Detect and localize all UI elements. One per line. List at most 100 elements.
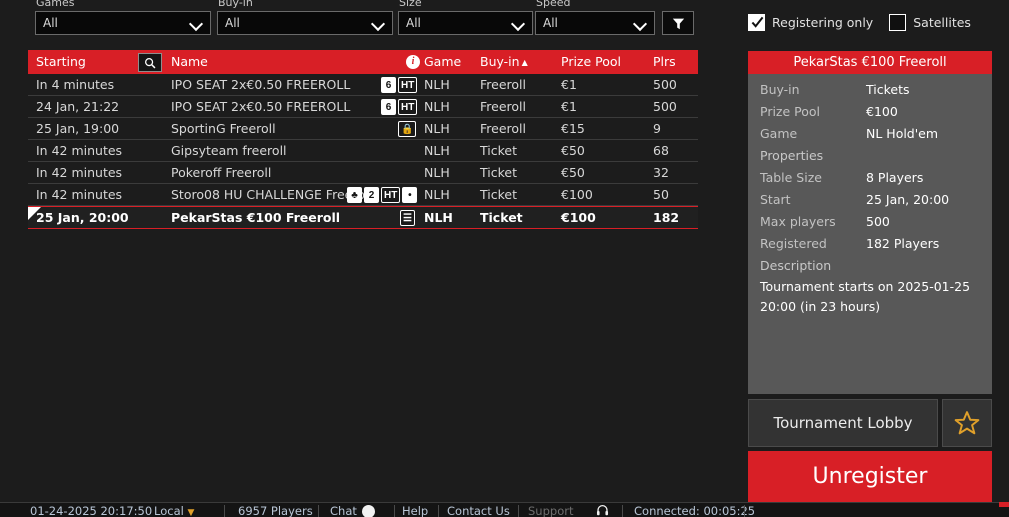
chevron-down-icon — [634, 17, 646, 29]
row-badge: ♣ — [347, 187, 362, 203]
chat-bubble-icon[interactable] — [362, 505, 375, 517]
cell-game: NLH — [424, 210, 453, 225]
chevron-down-icon — [372, 17, 384, 29]
cell-name: IPO SEAT 2x€0.50 FREEROLL — [171, 77, 351, 92]
detail-label: Table Size — [760, 170, 822, 185]
cell-plrs: 500 — [653, 99, 677, 114]
cell-game: NLH — [424, 187, 450, 202]
filter-label-games: Games — [36, 0, 75, 9]
panel-tournament-title: PekarStas €100 Freeroll — [748, 51, 992, 74]
cell-name: Pokeroff Freeroll — [171, 165, 272, 180]
filter-label-speed: Speed — [536, 0, 571, 9]
column-header-buyin[interactable]: Buy-in ▲ — [480, 50, 528, 74]
cell-plrs: 182 — [653, 210, 680, 225]
cell-buyin: Ticket — [480, 143, 517, 158]
status-datetime: 01-24-2025 20:17:50 — [30, 504, 153, 517]
status-help-link[interactable]: Help — [402, 505, 428, 517]
row-badge: 2 — [364, 187, 379, 203]
detail-value: 25 Jan, 20:00 — [866, 192, 950, 207]
registering-only-label: Registering only — [772, 15, 874, 30]
cell-plrs: 500 — [653, 77, 677, 92]
size-filter-select[interactable]: All — [398, 11, 533, 35]
panel-properties-list: Table Size 8 Players Start 25 Jan, 20:00 Max… — [748, 167, 992, 255]
row-badge: HT — [381, 187, 401, 203]
detail-row: Table Size 8 Players — [748, 167, 992, 189]
poker-lobby-window: Games Buy-in Size Speed All All All All — [0, 0, 1009, 517]
column-header-plrs[interactable]: Plrs — [653, 50, 676, 74]
status-timezone-label: Local — [154, 504, 184, 517]
cell-plrs: 50 — [653, 187, 669, 202]
status-support-link[interactable]: Support — [528, 505, 573, 517]
games-filter-select[interactable]: All — [35, 11, 211, 35]
cell-buyin: Freeroll — [480, 77, 526, 92]
column-header-starting[interactable]: Starting — [36, 50, 86, 74]
tournament-lobby-button[interactable]: Tournament Lobby — [748, 399, 938, 447]
detail-row: Start 25 Jan, 20:00 — [748, 189, 992, 211]
cell-plrs: 32 — [653, 165, 669, 180]
detail-value: 8 Players — [866, 170, 924, 185]
status-divider — [622, 505, 623, 517]
table-row[interactable]: 25 Jan, 20:00 PekarStas €100 Freeroll NLH T… — [28, 206, 698, 229]
tournament-table: Starting Name i Game Buy-in ▲ Prize Pool … — [28, 50, 698, 229]
column-header-buyin-label: Buy-in — [480, 54, 520, 69]
row-badges: ☰ — [400, 210, 415, 226]
cell-name: IPO SEAT 2x€0.50 FREEROLL — [171, 99, 351, 114]
row-badge: HT — [398, 99, 418, 115]
name-search-button[interactable] — [138, 53, 162, 72]
status-timezone[interactable]: Local ▼ — [154, 505, 194, 517]
cell-buyin: Freeroll — [480, 121, 526, 136]
table-row[interactable]: In 42 minutes Pokeroff Freeroll NLH Ticket €… — [28, 162, 698, 184]
status-bar: 01-24-2025 20:17:50 Local ▼ 6957 Players… — [0, 502, 1009, 517]
table-row[interactable]: In 42 minutes Gipsyteam freeroll NLH Ticket… — [28, 140, 698, 162]
filter-label-size: Size — [399, 0, 422, 9]
cell-game: NLH — [424, 121, 450, 136]
headset-icon[interactable] — [596, 504, 609, 517]
cell-plrs: 9 — [653, 121, 661, 136]
buyin-filter-select[interactable]: All — [217, 11, 393, 35]
status-divider — [224, 505, 225, 517]
table-row[interactable]: 24 Jan, 21:22 IPO SEAT 2x€0.50 FREEROLL NL… — [28, 96, 698, 118]
description-text: Tournament starts on 2025-01-25 20:00 (i… — [760, 279, 971, 314]
column-header-name[interactable]: Name — [171, 50, 208, 74]
cell-starting: In 4 minutes — [36, 77, 115, 92]
satellites-checkbox[interactable] — [889, 14, 907, 31]
column-header-game[interactable]: Game — [424, 50, 461, 74]
cell-name: Storo08 HU CHALLENGE Freeroll — [171, 187, 372, 202]
window-corner-accent — [999, 502, 1009, 507]
registering-only-checkbox[interactable] — [748, 14, 765, 31]
cell-starting: 25 Jan, 20:00 — [36, 210, 129, 225]
detail-label: Max players — [760, 214, 836, 229]
unregister-button[interactable]: Unregister — [748, 451, 992, 502]
size-filter-value: All — [406, 16, 421, 30]
favorite-button[interactable] — [942, 399, 992, 447]
properties-heading: Properties — [760, 148, 824, 163]
table-row[interactable]: In 42 minutes Storo08 HU CHALLENGE Freero… — [28, 184, 698, 206]
info-icon[interactable]: i — [406, 55, 420, 69]
table-row[interactable]: 25 Jan, 19:00 SportinG Freeroll NLH Freerol… — [28, 118, 698, 140]
status-contact-link[interactable]: Contact Us — [447, 505, 510, 517]
cell-starting: In 42 minutes — [36, 165, 123, 180]
cell-prize-pool: €100 — [561, 187, 593, 202]
detail-value: Tickets — [866, 82, 910, 97]
cell-plrs: 68 — [653, 143, 669, 158]
cell-prize-pool: €50 — [561, 165, 585, 180]
sort-ascending-icon: ▲ — [521, 57, 528, 67]
cell-name: SportinG Freeroll — [171, 121, 276, 136]
games-filter-value: All — [43, 16, 58, 30]
satellites-label: Satellites — [913, 15, 971, 30]
status-divider — [318, 505, 319, 517]
table-row[interactable]: In 4 minutes IPO SEAT 2x€0.50 FREEROLL NLH… — [28, 74, 698, 96]
panel-details-list: Buy-in Tickets Prize Pool €100 Game NL Hold'e… — [748, 79, 992, 145]
speed-filter-select[interactable]: All — [535, 11, 655, 35]
column-header-prizepool[interactable]: Prize Pool — [561, 50, 621, 74]
detail-label: Registered — [760, 236, 827, 251]
buyin-filter-value: All — [225, 16, 240, 30]
row-badges: 6 HT — [381, 99, 418, 115]
row-badge: 6 — [381, 99, 396, 115]
advanced-filter-button[interactable] — [662, 11, 694, 35]
chevron-down-icon — [512, 17, 524, 29]
row-badge: HT — [398, 77, 418, 93]
speed-filter-value: All — [543, 16, 558, 30]
cell-prize-pool: €1 — [561, 77, 577, 92]
status-chat-label[interactable]: Chat — [330, 505, 357, 517]
